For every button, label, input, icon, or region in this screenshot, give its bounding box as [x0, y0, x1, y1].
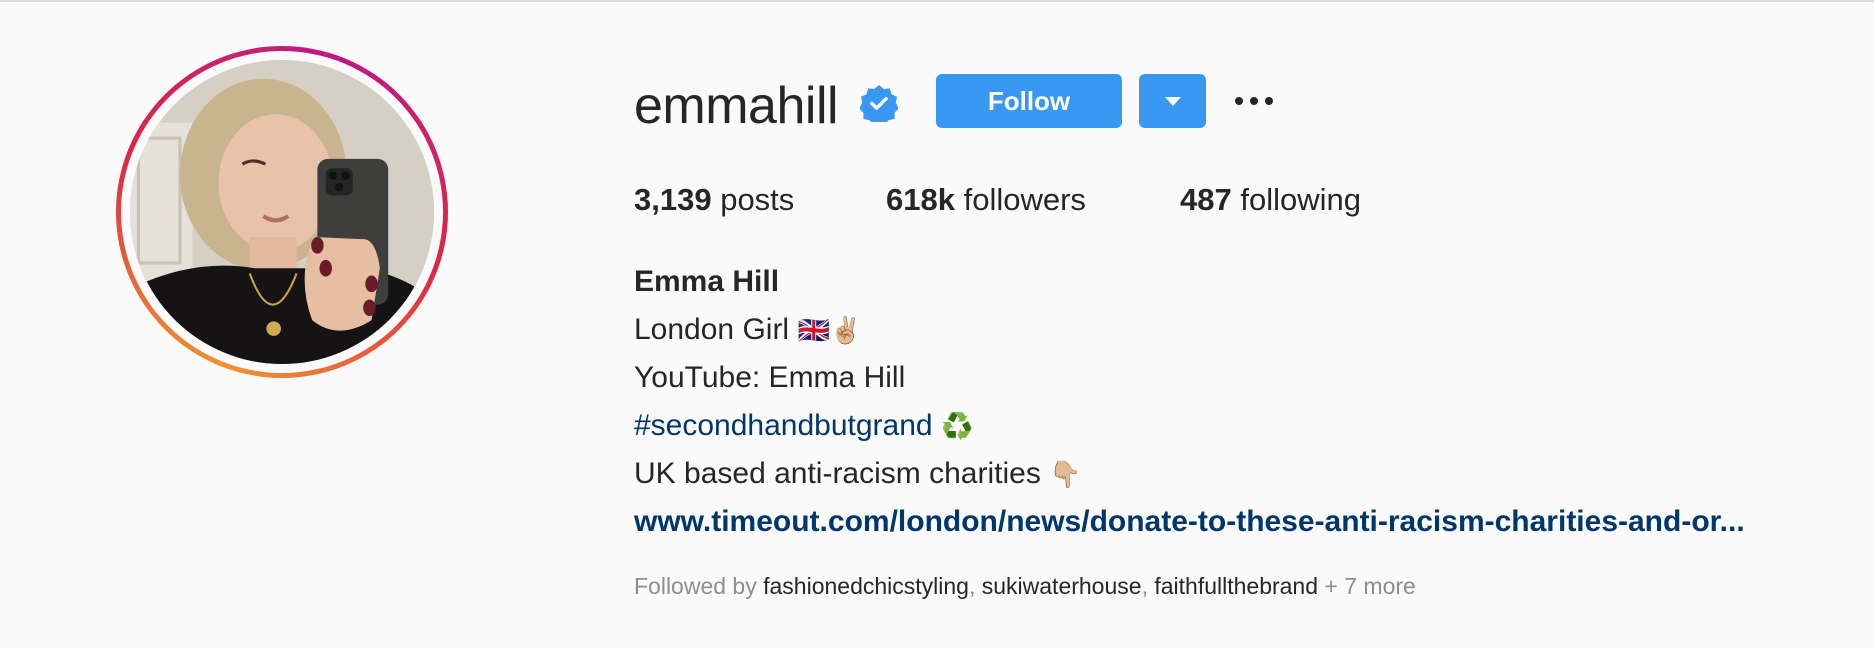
followers-label: followers	[963, 182, 1086, 217]
bio-line-charities: UK based anti-racism charities 👇🏼	[634, 454, 1082, 495]
followed-by-prefix: Followed by	[634, 573, 757, 599]
pointing-down-emoji: 👇🏼	[1049, 460, 1082, 490]
suggested-accounts-dropdown-button[interactable]	[1139, 74, 1206, 128]
posts-count-stat: 3,139 posts	[634, 180, 794, 220]
posts-count: 3,139	[634, 182, 712, 217]
flag-peace-emoji: 🇬🇧✌🏼	[797, 316, 863, 346]
followed-by-account[interactable]: fashionedchicstyling	[763, 573, 969, 599]
bio-text: UK based anti-racism charities	[634, 457, 1041, 490]
hashtag-link[interactable]: #secondhandbutgrand	[634, 409, 933, 442]
bio-line-hashtag: #secondhandbutgrand ♻️	[634, 406, 973, 447]
following-count-stat[interactable]: 487 following	[1180, 180, 1361, 220]
avatar	[130, 60, 434, 364]
profile-full-name: Emma Hill	[634, 265, 780, 298]
profile-avatar-story-ring[interactable]	[116, 46, 448, 378]
following-label: following	[1240, 182, 1361, 217]
followed-by-line[interactable]: Followed by fashionedchicstyling, sukiwa…	[634, 570, 1416, 602]
bio-line-location: London Girl 🇬🇧✌🏼	[634, 310, 862, 351]
follow-button[interactable]: Follow	[936, 74, 1122, 128]
followers-count-stat[interactable]: 618k followers	[886, 180, 1086, 220]
followed-by-more[interactable]: + 7 more	[1324, 573, 1415, 599]
bio-text: London Girl	[634, 313, 790, 346]
followed-by-account[interactable]: faithfullthebrand	[1154, 573, 1318, 599]
dropdown-caret-icon	[1164, 96, 1181, 106]
more-options-icon	[1235, 97, 1243, 105]
posts-label: posts	[720, 182, 795, 217]
verified-badge-icon	[860, 84, 898, 122]
top-divider	[0, 0, 1874, 2]
more-options-button[interactable]	[1230, 84, 1278, 118]
followed-by-account[interactable]: sukiwaterhouse	[982, 573, 1142, 599]
recycle-emoji: ♻️	[940, 412, 974, 442]
followers-count: 618k	[886, 182, 955, 217]
bio-external-link[interactable]: www.timeout.com/london/news/donate-to-th…	[634, 502, 1854, 542]
avatar-photo	[130, 60, 434, 364]
bio-line-youtube: YouTube: Emma Hill	[634, 361, 906, 394]
profile-username: emmahill	[634, 77, 839, 135]
following-count: 487	[1180, 182, 1232, 217]
